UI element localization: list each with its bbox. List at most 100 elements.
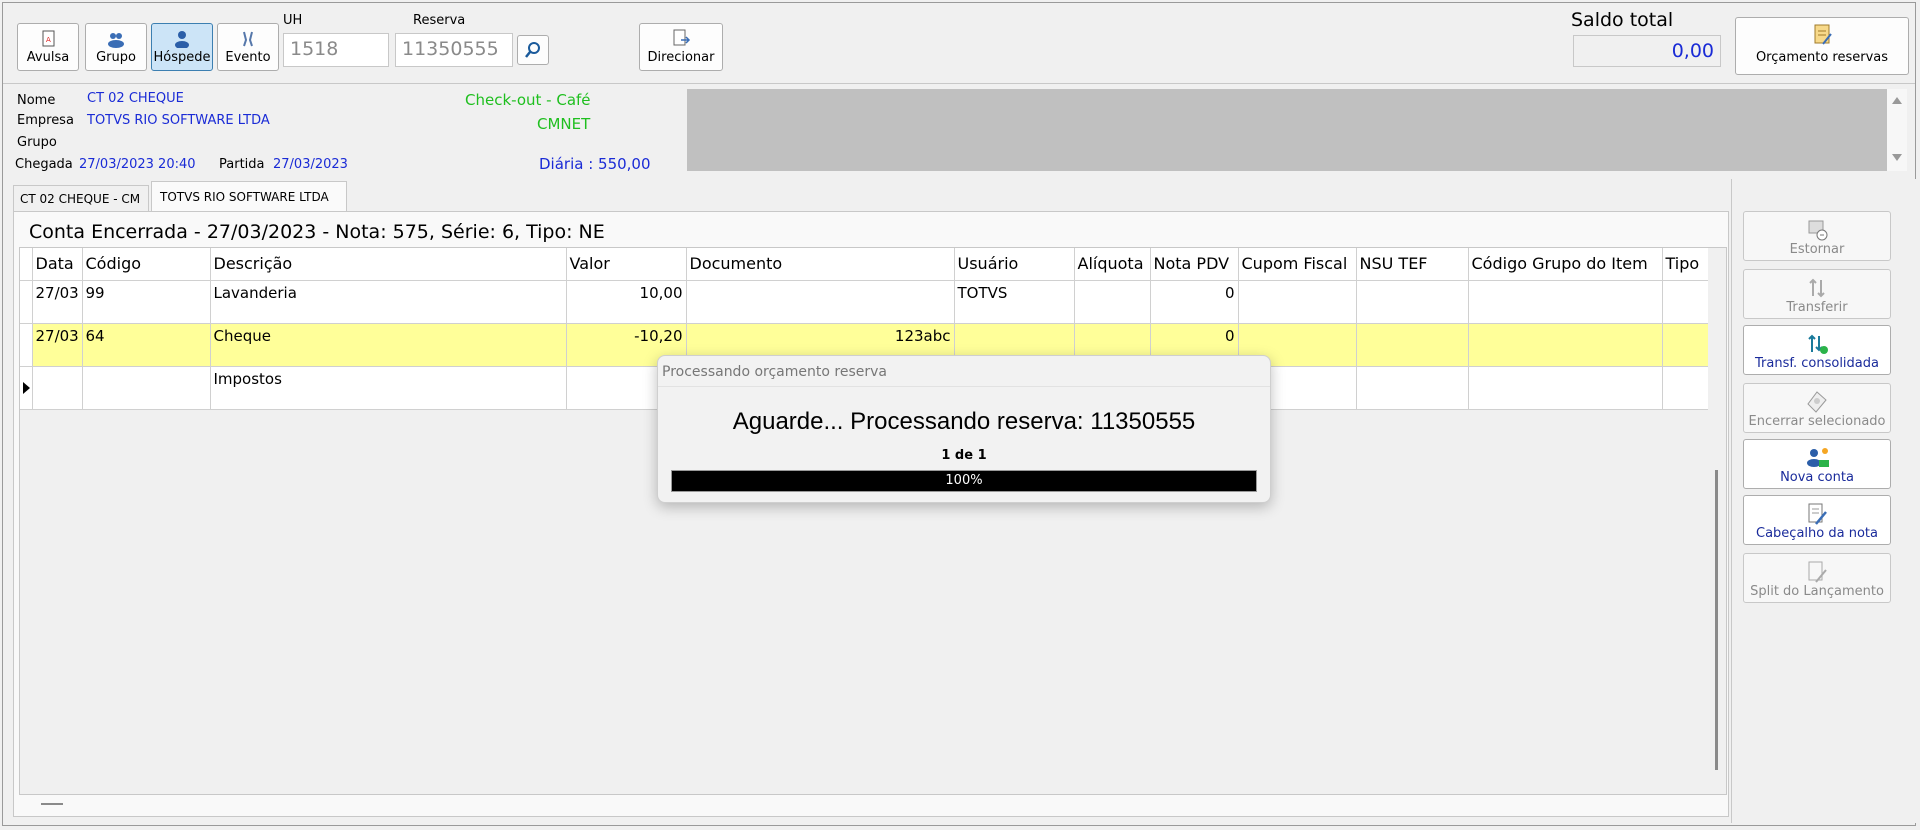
chegada-value: 27/03/2023 20:40 [79, 157, 196, 172]
col-aliquota[interactable]: Alíquota [1074, 248, 1151, 280]
cell-data: 27/03 [32, 323, 83, 366]
cabecalho-label: Cabeçalho da nota [1756, 526, 1878, 541]
search-icon [525, 42, 540, 58]
tab-totvs-rio[interactable]: TOTVS RIO SOFTWARE LTDA [151, 181, 347, 211]
nome-label: Nome [17, 93, 56, 108]
grupo-button[interactable]: Grupo [85, 23, 147, 71]
estornar-button[interactable]: Estornar [1743, 211, 1891, 261]
row-selector[interactable] [20, 366, 33, 409]
nome-value: CT 02 CHEQUE [87, 91, 184, 106]
account-title: Conta Encerrada - 27/03/2023 - Nota: 575… [29, 221, 605, 243]
budget-icon [1814, 24, 1832, 45]
nova-conta-button[interactable]: Nova conta [1743, 439, 1891, 489]
document-icon: A [42, 30, 55, 47]
cell-nota-pdv: 0 [1150, 280, 1239, 323]
orcamento-reservas-button[interactable]: Orçamento reservas [1735, 17, 1909, 75]
split-lancamento-button[interactable]: Split do Lançamento [1743, 553, 1891, 603]
reserva-label: Reserva [413, 13, 466, 28]
saldo-label: Saldo total [1571, 9, 1674, 31]
partida-label: Partida [219, 157, 265, 172]
hospede-button[interactable]: Hóspede [151, 23, 213, 71]
grupo-info-label: Grupo [17, 135, 57, 150]
cell-aliquota [1074, 280, 1151, 323]
transfer-icon [1809, 278, 1825, 298]
dialog-title-divider [658, 386, 1270, 387]
col-usuario[interactable]: Usuário [954, 248, 1075, 280]
search-button[interactable] [517, 35, 549, 65]
hospede-label: Hóspede [153, 50, 211, 65]
progress-count: 1 de 1 [941, 448, 987, 463]
col-cupom-fiscal[interactable]: Cupom Fiscal [1238, 248, 1357, 280]
transferir-button[interactable]: Transferir [1743, 269, 1891, 319]
partida-value: 27/03/2023 [273, 157, 348, 172]
table-row[interactable]: 27/03 99 Lavanderia 10,00 TOTVS 0 [20, 280, 1708, 323]
col-nsu-tef[interactable]: NSU TEF [1356, 248, 1469, 280]
cell-usuario: TOTVS [954, 280, 1075, 323]
cell-tipo [1662, 323, 1708, 366]
cabecalho-nota-button[interactable]: Cabeçalho da nota [1743, 495, 1891, 545]
grid-header-row: Data Código Descrição Valor Documento Us… [20, 248, 1708, 280]
col-tipo[interactable]: Tipo [1662, 248, 1708, 280]
encerrar-selecionado-button[interactable]: Encerrar selecionado [1743, 383, 1891, 433]
col-descricao[interactable]: Descrição [210, 248, 567, 280]
avulsa-label: Avulsa [26, 50, 70, 65]
scroll-down-icon [1892, 154, 1902, 161]
col-codigo[interactable]: Código [82, 248, 211, 280]
cell-cupom [1238, 280, 1357, 323]
uh-label: UH [283, 13, 303, 28]
col-valor[interactable]: Valor [566, 248, 687, 280]
redirect-icon [673, 29, 691, 46]
cell-nsu [1356, 280, 1469, 323]
cell-data: 27/03 [32, 280, 83, 323]
col-nota-pdv[interactable]: Nota PDV [1150, 248, 1239, 280]
scroll-up-icon [1892, 97, 1902, 104]
scrollbar-thumb[interactable] [1715, 470, 1718, 770]
tab-ct02-cheque[interactable]: CT 02 CHEQUE - CM [13, 185, 149, 211]
row-selector[interactable] [20, 323, 33, 366]
avulsa-button[interactable]: A Avulsa [17, 23, 79, 71]
undo-icon [1808, 220, 1828, 241]
progress-dialog-title: Processando orçamento reserva [662, 364, 887, 380]
transfer-consolidated-icon [1808, 334, 1828, 354]
header-divider [3, 83, 1915, 84]
notes-scrollbar[interactable] [1887, 89, 1907, 171]
cell-descricao: Lavanderia [210, 280, 567, 323]
col-documento[interactable]: Documento [686, 248, 955, 280]
grid-container: Data Código Descrição Valor Documento Us… [19, 247, 1727, 795]
cell-descricao: Cheque [210, 323, 567, 366]
cell-documento [686, 280, 955, 323]
cell-codigo [82, 366, 211, 409]
new-account-icon [1807, 448, 1829, 467]
evento-button[interactable]: Evento [217, 23, 279, 71]
cell-grupo-item [1468, 323, 1663, 366]
edit-note-icon [1808, 503, 1827, 525]
current-row-icon [23, 381, 30, 394]
group-icon [108, 33, 124, 48]
split-icon [1808, 561, 1827, 583]
cell-data [32, 366, 83, 409]
horizontal-scroll-thumb[interactable] [41, 803, 63, 805]
direcionar-button[interactable]: Direcionar [639, 23, 723, 71]
transf-consolidada-button[interactable]: Transf. consolidada [1743, 325, 1891, 375]
cell-grupo-item [1468, 280, 1663, 323]
direcionar-label: Direcionar [647, 50, 715, 65]
estornar-label: Estornar [1789, 242, 1845, 257]
cell-nsu [1356, 366, 1469, 409]
reserva-input[interactable]: 11350555 [395, 33, 513, 67]
row-selector[interactable] [20, 280, 33, 323]
col-data[interactable]: Data [32, 248, 83, 280]
empresa-label: Empresa [17, 113, 74, 128]
svg-text:A: A [46, 36, 51, 44]
encerrar-label: Encerrar selecionado [1748, 414, 1886, 429]
close-account-icon [1807, 391, 1827, 413]
grid-vertical-scrollbar[interactable] [1708, 248, 1726, 794]
diaria-value: Diária : 550,00 [539, 155, 651, 173]
notes-panel [687, 89, 1887, 171]
cell-codigo: 64 [82, 323, 211, 366]
col-codigo-grupo-item[interactable]: Código Grupo do Item [1468, 248, 1663, 280]
saldo-value: 0,00 [1573, 35, 1721, 67]
evento-label: Evento [225, 50, 271, 65]
progress-message: Aguarde... Processando reserva: 11350555 [732, 408, 1196, 435]
uh-input[interactable]: 1518 [283, 33, 389, 67]
progress-percent: 100% [945, 473, 983, 488]
